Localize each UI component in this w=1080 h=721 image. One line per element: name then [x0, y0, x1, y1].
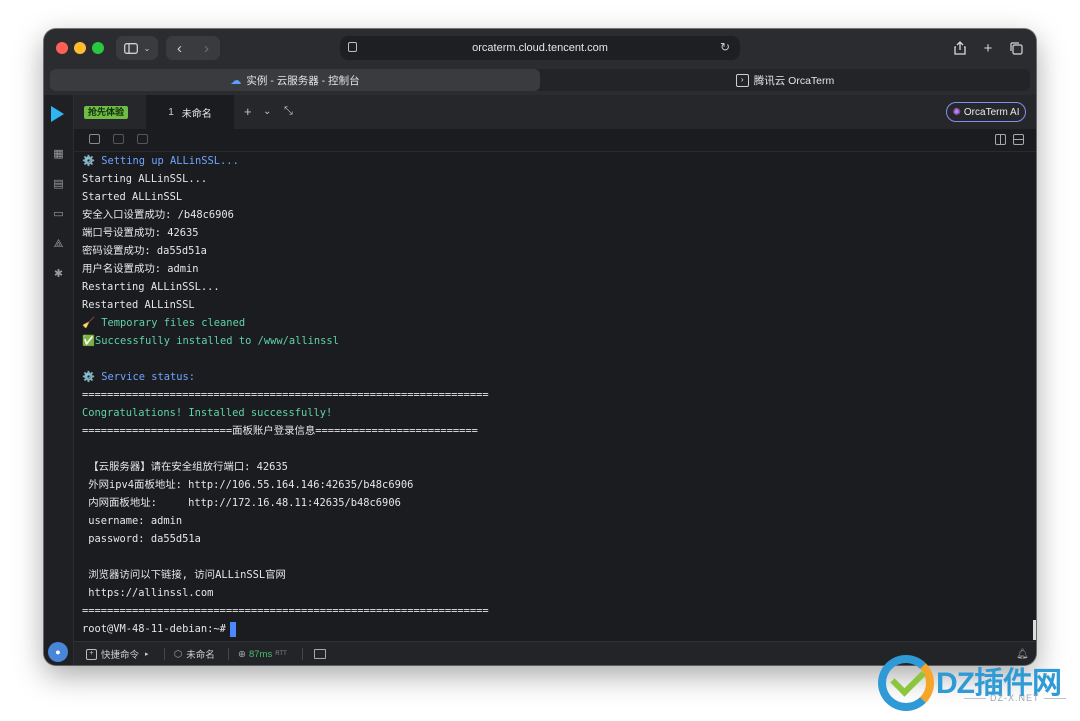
- snippet-icon[interactable]: [113, 134, 124, 144]
- terminal-line: 浏览器访问以下链接, 访问ALLinSSL官网: [82, 569, 286, 581]
- terminal-cursor: [229, 621, 236, 637]
- forward-arrow-icon[interactable]: ›: [193, 40, 220, 57]
- terminal-prompt-line[interactable]: root@VM-48-11-debian:~#: [82, 620, 236, 638]
- orcaterm-header: 抢先体验 1 未命名 + ⌄ ⤡ ✺ OrcaTerm AI: [74, 95, 1036, 130]
- split-horizontal-icon[interactable]: [1013, 134, 1024, 145]
- zoom-window-button[interactable]: [92, 42, 104, 54]
- terminal-line: 【云服务器】请在安全组放行端口: 42635: [82, 461, 288, 473]
- shortcut-label: 快捷命令: [101, 650, 140, 661]
- plugin-icon[interactable]: ✱: [52, 268, 65, 280]
- terminal-line: ========================面板账户登录信息========…: [82, 425, 478, 437]
- terminal-line: ✅Successfully installed to /www/allinssl: [82, 335, 339, 347]
- terminal-toolbar: [74, 129, 1036, 152]
- terminal-line: 🧹 Temporary files cleaned: [82, 317, 246, 329]
- page-icon: [348, 42, 357, 52]
- file-transfer-icon[interactable]: [89, 134, 100, 144]
- terminal-line: https://allinssl.com: [82, 587, 214, 599]
- chevron-down-icon[interactable]: ⌄: [263, 106, 271, 117]
- chevron-down-icon: ⌄: [143, 43, 151, 53]
- navigation-buttons: ‹ ›: [166, 36, 220, 60]
- network-icon[interactable]: ⟁: [52, 238, 65, 250]
- sidebar-icon: [123, 42, 138, 54]
- browser-titlebar: ⌄ ‹ › orcaterm.cloud.tencent.com ↻ +: [44, 29, 1036, 67]
- terminal-line: 安全入口设置成功: /b48c6906: [82, 209, 234, 221]
- new-tab-icon[interactable]: +: [976, 36, 1000, 60]
- expand-icon[interactable]: ⤡: [284, 105, 293, 118]
- minimize-window-button[interactable]: [74, 42, 86, 54]
- orcaterm-logo: [51, 106, 64, 122]
- terminal-line: ⚙️ Setting up ALLinSSL...: [82, 155, 239, 167]
- shortcut-commands-button[interactable]: + 快捷命令 ▸: [86, 642, 149, 665]
- address-bar[interactable]: orcaterm.cloud.tencent.com ↻: [340, 36, 740, 60]
- terminal-line: 用户名设置成功: admin: [82, 263, 199, 275]
- browser-tab-orcaterm[interactable]: › 腾讯云 OrcaTerm: [540, 69, 1030, 91]
- back-arrow-icon[interactable]: ‹: [166, 40, 193, 57]
- latency-status: ⊕ 87ms RTT: [238, 642, 287, 665]
- terminal-line: ========================================…: [82, 389, 489, 401]
- terminal-line: Starting ALLinSSL...: [82, 173, 208, 185]
- terminal-line: Restarted ALLinSSL: [82, 299, 195, 311]
- terminal-line: Congratulations! Installed successfully!: [82, 407, 333, 419]
- tab-overview-icon[interactable]: [1004, 36, 1028, 60]
- terminal-line: 密码设置成功: da55d51a: [82, 245, 207, 257]
- terminal-scrollbar[interactable]: [1033, 620, 1036, 640]
- app-sidebar: ▦ ▤ ▭ ⟁ ✱ ●: [44, 95, 74, 665]
- sidebar-toggle-button[interactable]: ⌄: [116, 36, 158, 60]
- session-status-label: 未命名: [186, 650, 215, 661]
- latency-unit: RTT: [275, 651, 287, 657]
- split-vertical-icon[interactable]: [995, 134, 1006, 145]
- browser-tabs: ☁ 实例 - 云服务器 - 控制台 › 腾讯云 OrcaTerm: [44, 67, 1036, 95]
- terminal-line: Started ALLinSSL: [82, 191, 183, 203]
- globe-icon: ⊕: [238, 648, 246, 660]
- shortcut-icon: +: [86, 648, 97, 660]
- browser-tab-console[interactable]: ☁ 实例 - 云服务器 - 控制台: [50, 69, 540, 91]
- orcaterm-ai-button[interactable]: ✺ OrcaTerm AI: [946, 102, 1026, 122]
- monitor-icon[interactable]: [314, 642, 326, 665]
- terminal-line: password: da55d51a: [82, 533, 201, 545]
- terminal-output[interactable]: ⚙️ Setting up ALLinSSL... Starting ALLin…: [74, 152, 1036, 641]
- caret-right-icon: ▸: [145, 651, 149, 658]
- browser-window: ⌄ ‹ › orcaterm.cloud.tencent.com ↻ + ☁ 实…: [44, 29, 1036, 665]
- storage-icon[interactable]: ▭: [52, 208, 65, 220]
- beta-badge[interactable]: 抢先体验: [84, 106, 129, 119]
- browser-tab-label: 实例 - 云服务器 - 控制台: [246, 74, 360, 87]
- watermark-logo: DZ插件网 DZ-X.NET: [878, 655, 1078, 717]
- user-avatar[interactable]: ●: [48, 642, 68, 662]
- sparkle-icon: ✺: [952, 106, 961, 118]
- terminal-line: 端口号设置成功: 42635: [82, 227, 199, 239]
- share-icon[interactable]: [948, 36, 972, 60]
- url-text: orcaterm.cloud.tencent.com: [472, 42, 608, 54]
- session-tab-label: 未命名: [181, 108, 212, 120]
- add-session-icon[interactable]: +: [244, 104, 252, 119]
- terminal-line: 内网面板地址: http://172.16.48.11:42635/b48c69…: [82, 497, 401, 509]
- terminal-icon: ›: [735, 73, 749, 87]
- ai-button-label: OrcaTerm AI: [963, 106, 1020, 118]
- session-tab-number: 1: [168, 106, 174, 118]
- cloud-icon: ☁: [230, 74, 242, 87]
- shell-prompt: root@VM-48-11-debian:~#: [82, 623, 226, 635]
- clear-screen-icon[interactable]: [137, 134, 148, 144]
- session-status[interactable]: ⬡ 未命名: [174, 642, 215, 665]
- latency-value: 87ms: [248, 648, 273, 660]
- close-window-button[interactable]: [56, 42, 68, 54]
- terminal-line: username: admin: [82, 515, 183, 527]
- dashboard-icon[interactable]: ▦: [52, 148, 65, 160]
- watermark-domain: DZ-X.NET: [960, 693, 1070, 703]
- reload-icon[interactable]: ↻: [720, 40, 730, 54]
- terminal-line: ========================================…: [82, 605, 489, 617]
- browser-tab-label: 腾讯云 OrcaTerm: [753, 74, 835, 87]
- terminal-line: 外网ipv4面板地址: http://106.55.164.146:42635/…: [82, 479, 414, 491]
- session-tab[interactable]: 1 未命名: [146, 95, 234, 129]
- cube-icon: ⬡: [174, 648, 183, 660]
- server-icon[interactable]: ▤: [52, 178, 65, 190]
- terminal-line: Restarting ALLinSSL...: [82, 281, 220, 293]
- terminal-line: ⚙️ Service status:: [82, 371, 196, 383]
